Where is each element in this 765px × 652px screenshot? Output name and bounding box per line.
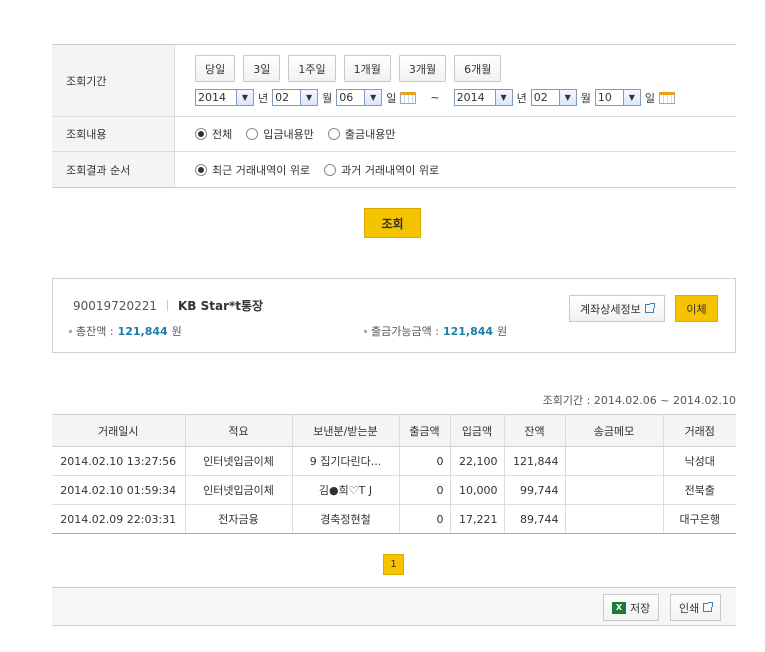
period-label: 조회기간: [52, 45, 175, 116]
content-deposit-radio[interactable]: 입금내용만: [246, 126, 314, 142]
result-period: 조회기간 : 2014.02.06 ~ 2014.02.10: [542, 394, 736, 407]
to-year-select[interactable]: 2014 ▼: [453, 89, 513, 106]
radio-icon: [246, 128, 259, 140]
transfer-button[interactable]: 이체: [675, 295, 718, 322]
range-separator: ~: [430, 91, 440, 104]
year-unit: 년: [516, 91, 527, 105]
account-detail-button[interactable]: 계좌상세정보: [569, 295, 665, 322]
content-label: 조회내용: [52, 117, 175, 151]
from-day-select[interactable]: 06 ▼: [336, 89, 383, 106]
year-unit: 년: [258, 91, 269, 105]
order-row: 조회결과 순서 최근 거래내역이 위로 과거 거래내역이 위로: [52, 152, 736, 187]
order-past-radio[interactable]: 과거 거래내역이 위로: [324, 162, 439, 178]
table-row: 2014.02.09 22:03:31 전자금융 경축정현철 0 17,221 …: [52, 504, 736, 534]
calendar-icon[interactable]: [400, 91, 417, 104]
order-label: 조회결과 순서: [52, 152, 175, 187]
period-buttons: 당일 3일 1주일 1개월 3개월 6개월: [195, 55, 502, 82]
radio-icon: [327, 128, 340, 140]
chevron-down-icon: ▼: [300, 90, 318, 105]
table-row: 2014.02.10 13:27:56 인터넷입금이체 9 집기다린다... 0…: [52, 446, 736, 476]
print-button[interactable]: 인쇄: [670, 594, 722, 621]
chevron-down-icon: ▼: [558, 90, 576, 105]
page-1-button[interactable]: 1: [383, 554, 404, 575]
excel-icon: X: [612, 601, 626, 614]
radio-icon: [324, 163, 337, 176]
period-6months-button[interactable]: 6개월: [454, 55, 502, 82]
bullet-icon: [69, 329, 72, 333]
table-header: 거래일시 적요 보낸분/받는분 출금액 입금액 잔액 송금메모 거래점: [52, 414, 736, 447]
day-unit: 일: [644, 91, 655, 105]
search-button[interactable]: 조회: [364, 208, 421, 238]
date-range: 2014 ▼ 년 02 ▼ 월 06 ▼ 일 ~ 2014 ▼ 년 02 ▼ 월 10 ▼ …: [195, 89, 675, 106]
content-all-radio[interactable]: 전체: [195, 126, 232, 142]
total-balance: 총잔액 : 121,844 원: [69, 323, 182, 339]
available-balance: 출금가능금액 : 121,844 원: [364, 323, 507, 339]
col-summary: 적요: [184, 414, 292, 447]
day-unit: 일: [386, 91, 397, 105]
footer-toolbar: X 저장 인쇄: [52, 587, 736, 626]
col-branch: 거래점: [662, 414, 736, 447]
content-row: 조회내용 전체 입금내용만 출금내용만: [52, 117, 736, 152]
divider: [166, 300, 168, 311]
account-name: KB Star*t통장: [177, 299, 264, 313]
account-summary: 90019720221 KB Star*t통장 총잔액 : 121,844 원 …: [52, 278, 736, 353]
col-datetime: 거래일시: [52, 414, 185, 447]
period-today-button[interactable]: 당일: [195, 55, 236, 82]
content-withdraw-radio[interactable]: 출금내용만: [327, 126, 395, 142]
period-3months-button[interactable]: 3개월: [398, 55, 447, 82]
chevron-down-icon: ▼: [622, 90, 640, 105]
period-3days-button[interactable]: 3일: [243, 55, 281, 82]
month-unit: 월: [322, 91, 333, 105]
external-link-icon: [644, 303, 655, 313]
period-row: 조회기간 당일 3일 1주일 1개월 3개월 6개월 2014 ▼ 년 02 ▼ 월…: [52, 45, 736, 117]
chevron-down-icon: ▼: [494, 90, 512, 105]
month-unit: 월: [580, 91, 591, 105]
table-row: 2014.02.10 01:59:34 인터넷입금이체 김●희♡T J 0 10…: [52, 475, 736, 505]
col-balance: 잔액: [503, 414, 565, 447]
external-link-icon: [703, 602, 714, 612]
to-day-select[interactable]: 10 ▼: [594, 89, 641, 106]
from-year-select[interactable]: 2014 ▼: [195, 89, 254, 106]
radio-checked-icon: [195, 163, 207, 176]
account-number: 90019720221: [73, 298, 157, 313]
col-counterparty: 보낸분/받는분: [291, 414, 399, 447]
chevron-down-icon: ▼: [364, 90, 382, 105]
period-1month-button[interactable]: 1개월: [343, 55, 391, 82]
calendar-icon[interactable]: [658, 91, 675, 104]
to-month-select[interactable]: 02 ▼: [530, 89, 577, 106]
bullet-icon: [364, 329, 367, 333]
available-balance-value: 121,844: [442, 324, 494, 338]
col-withdrawal: 출금액: [398, 414, 450, 447]
order-recent-radio[interactable]: 최근 거래내역이 위로: [195, 162, 310, 178]
col-memo: 송금메모: [564, 414, 663, 447]
col-deposit: 입금액: [449, 414, 504, 447]
save-excel-button[interactable]: X 저장: [603, 594, 660, 621]
total-balance-value: 121,844: [117, 324, 168, 338]
chevron-down-icon: ▼: [236, 90, 253, 105]
from-month-select[interactable]: 02 ▼: [272, 89, 319, 106]
transaction-table: 거래일시 적요 보낸분/받는분 출금액 입금액 잔액 송금메모 거래점 2014…: [52, 414, 736, 534]
radio-checked-icon: [195, 128, 207, 140]
search-filter-panel: 조회기간 당일 3일 1주일 1개월 3개월 6개월 2014 ▼ 년 02 ▼ 월…: [52, 44, 736, 188]
period-1week-button[interactable]: 1주일: [288, 55, 336, 82]
